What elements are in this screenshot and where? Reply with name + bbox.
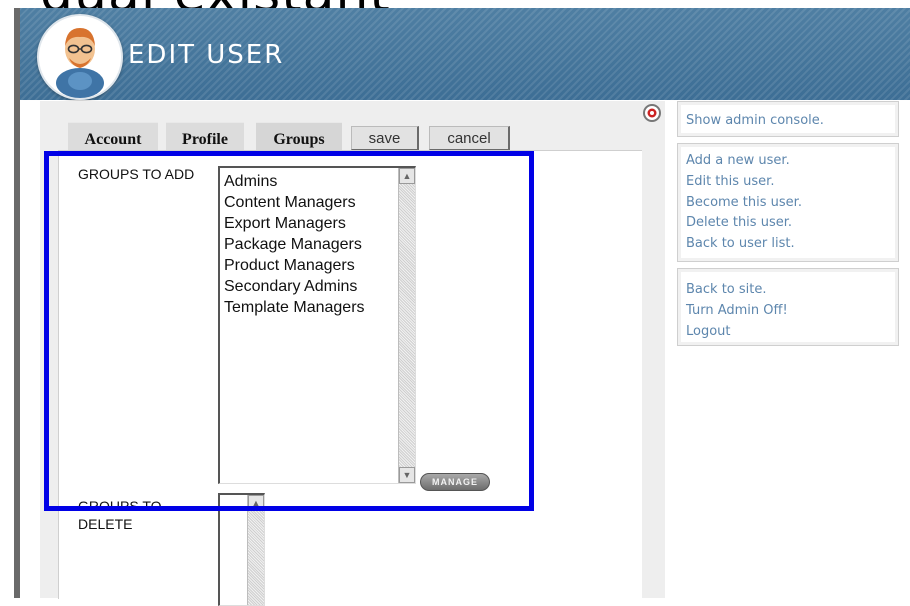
back-to-site-link[interactable]: Back to site.	[678, 280, 898, 301]
tab-profile[interactable]: Profile	[166, 122, 244, 153]
delete-user-link[interactable]: Delete this user.	[678, 213, 898, 234]
groups-to-delete-scrollbar[interactable]: ▲	[247, 495, 264, 605]
highlight-box	[44, 151, 534, 511]
admin-console-box: Show admin console.	[677, 101, 899, 137]
turn-admin-off-link[interactable]: Turn Admin Off!	[678, 301, 898, 322]
show-admin-console-link[interactable]: Show admin console.	[678, 111, 898, 132]
user-avatar-icon	[37, 14, 123, 100]
tab-groups-label: Groups	[273, 131, 325, 148]
tab-account[interactable]: Account	[68, 122, 158, 153]
tab-account-label: Account	[84, 131, 142, 148]
tab-profile-label: Profile	[182, 131, 228, 148]
logout-link[interactable]: Logout	[678, 322, 898, 338]
help-icon[interactable]	[642, 103, 662, 128]
edit-user-link[interactable]: Edit this user.	[678, 172, 898, 193]
save-button[interactable]: save	[351, 126, 419, 150]
tab-groups[interactable]: Groups	[256, 122, 342, 153]
become-user-link[interactable]: Become this user.	[678, 193, 898, 214]
user-actions-box: Add a new user. Edit this user. Become t…	[677, 143, 899, 262]
cancel-button[interactable]: cancel	[429, 126, 510, 150]
site-actions-box: Back to site. Turn Admin Off! Logout	[677, 268, 899, 346]
back-to-user-list-link[interactable]: Back to user list.	[678, 234, 898, 255]
add-new-user-link[interactable]: Add a new user.	[678, 151, 898, 172]
page-title: EDIT USER	[128, 40, 285, 70]
